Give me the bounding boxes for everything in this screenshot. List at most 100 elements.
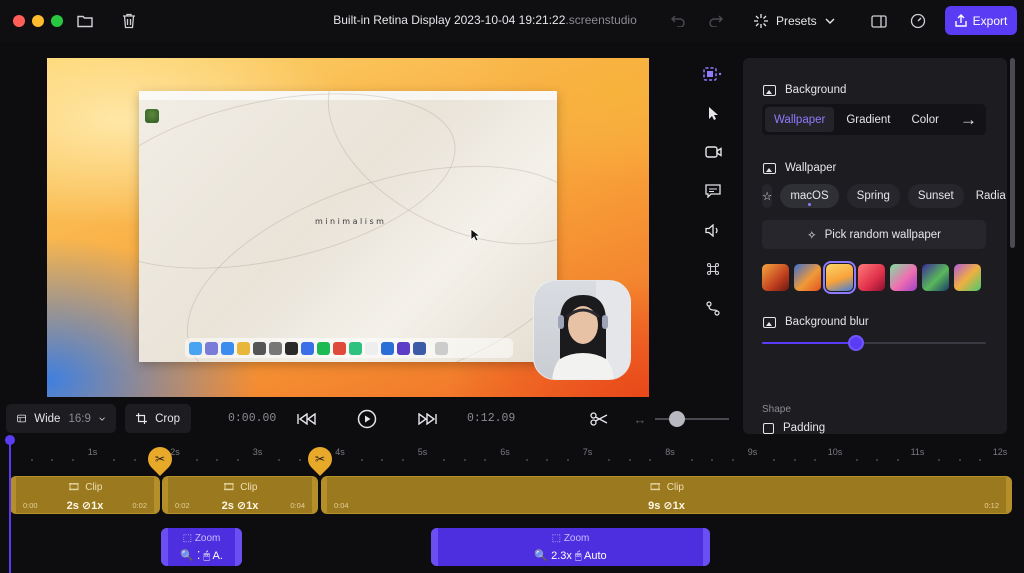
chevron-down-icon xyxy=(99,416,105,421)
timeline-tick-dot xyxy=(876,459,879,461)
close-window-button[interactable] xyxy=(13,15,25,27)
pick-random-wallpaper-button[interactable]: ✧ Pick random wallpaper xyxy=(762,220,986,249)
zoom-detail: 🔍 2.3x 🖱 Auto xyxy=(534,550,607,562)
favorites-star-icon[interactable]: ☆ xyxy=(762,184,773,208)
timeline-tick-dot xyxy=(938,459,941,461)
tab-gradient[interactable]: Gradient xyxy=(837,107,899,132)
timeline-tick-dot xyxy=(133,459,136,461)
background-type-tabs: Wallpaper Gradient Color → xyxy=(762,104,986,135)
clip-end-handle[interactable] xyxy=(154,477,159,513)
window-title-name: Built-in Retina Display 2023-10-04 19:21… xyxy=(333,13,566,27)
background-blur-slider[interactable] xyxy=(762,335,986,351)
timeline-tick-label: 9s xyxy=(747,447,758,457)
category-spring[interactable]: Spring xyxy=(846,184,900,208)
minimize-window-button[interactable] xyxy=(32,15,44,27)
share-icon xyxy=(954,14,967,27)
clip-start-time: 0:04 xyxy=(334,501,349,510)
zoom-window-button[interactable] xyxy=(51,15,63,27)
clip-speed: 1x xyxy=(91,500,104,512)
category-sunset[interactable]: Sunset xyxy=(907,184,964,208)
macos-dock xyxy=(185,338,513,358)
scissors-icon[interactable] xyxy=(587,407,611,431)
zoom-segment[interactable]: ⬚ Zoom 🔍 ⁚ 🖱 A. xyxy=(161,528,242,566)
zoom-end-handle[interactable] xyxy=(703,528,710,566)
settings-panel-scrollbar[interactable] xyxy=(1010,58,1015,248)
wallpaper-thumbnail[interactable] xyxy=(954,264,981,291)
background-tool-icon[interactable] xyxy=(702,63,724,85)
audio-tool-icon[interactable] xyxy=(702,219,724,241)
clip-segment[interactable]: 🎞 Clip 9s ⊘1x 0:04 0:12 xyxy=(321,476,1012,514)
timeline-tick-dot xyxy=(30,459,33,461)
skip-to-start-icon[interactable] xyxy=(295,407,319,431)
wallpaper-thumbnail[interactable] xyxy=(794,264,821,291)
cursor-tool-icon[interactable] xyxy=(702,102,724,124)
skip-to-end-icon[interactable] xyxy=(415,407,439,431)
crop-button[interactable]: Crop xyxy=(125,404,191,433)
title-bar: Built-in Retina Display 2023-10-04 19:21… xyxy=(0,0,1024,42)
zoom-segment[interactable]: ⬚ Zoom 🔍 2.3x 🖱 Auto xyxy=(431,528,710,566)
wallpaper-thumbnail[interactable] xyxy=(858,264,885,291)
arrow-right-icon[interactable]: → xyxy=(951,107,986,132)
trash-icon[interactable] xyxy=(118,10,140,32)
wallpaper-title: Wallpaper xyxy=(785,162,837,174)
clip-label-text: Clip xyxy=(85,482,103,493)
wallpaper-thumbnail[interactable] xyxy=(890,264,917,291)
background-section-title: Background xyxy=(763,84,846,96)
timeline-tick-dot xyxy=(979,459,982,461)
background-blur-slider-handle[interactable] xyxy=(848,335,865,351)
redo-icon[interactable] xyxy=(705,10,727,32)
timeline-tick-dot xyxy=(608,459,611,461)
play-button-icon[interactable] xyxy=(355,407,379,431)
clip-start-time: 0:02 xyxy=(175,501,190,510)
folder-icon[interactable] xyxy=(74,10,96,32)
wallpaper-thumbnail[interactable] xyxy=(922,264,949,291)
playhead-handle[interactable] xyxy=(5,435,15,445)
wallpaper-thumbnail-selected[interactable] xyxy=(823,261,856,294)
clip-label: 🎞 Clip xyxy=(163,482,317,493)
timeline-tick-label: 8s xyxy=(665,447,675,457)
clip-segment[interactable]: 🎞 Clip 2s ⊘1x 0:02 0:04 xyxy=(162,476,318,514)
sidebar-toggle-icon[interactable] xyxy=(868,10,890,32)
image-icon xyxy=(763,316,776,328)
total-time: 0:12.09 xyxy=(467,412,516,425)
zoom-detail: 🔍 ⁚ 🖱 A. xyxy=(180,550,223,562)
clip-segment[interactable]: 🎞 Clip 2s ⊘1x 0:00 0:02 xyxy=(10,476,160,514)
tab-wallpaper[interactable]: Wallpaper xyxy=(765,107,835,132)
cut-marker[interactable]: ✂ xyxy=(303,442,337,476)
timeline-tick-label: 4s xyxy=(335,447,345,457)
keyboard-shortcuts-tool-icon[interactable] xyxy=(702,258,724,280)
category-radial[interactable]: Radia xyxy=(972,184,1007,208)
clip-end-handle[interactable] xyxy=(1006,477,1011,513)
wallpaper-thumbnail[interactable] xyxy=(762,264,789,291)
zoom-end-handle[interactable] xyxy=(235,528,242,566)
background-blur-section-title: Background blur xyxy=(763,316,869,328)
timeline[interactable]: 1s 2s 3s 4s 5s 6s 7s 8s 9s 10s 11s 12s 🎞 Clip 2s ⊘1x… xyxy=(0,435,1024,573)
timeline-tick-dot xyxy=(71,459,74,461)
webcam-overlay[interactable] xyxy=(533,280,631,380)
motion-path-tool-icon[interactable] xyxy=(702,297,724,319)
timeline-tick-dot xyxy=(855,459,858,461)
tab-color[interactable]: Color xyxy=(902,107,947,132)
clip-end-handle[interactable] xyxy=(312,477,317,513)
timeline-tick-dot xyxy=(566,459,569,461)
captions-tool-icon[interactable] xyxy=(702,180,724,202)
clip-end-time: 0:04 xyxy=(290,501,305,510)
clip-duration: 9s xyxy=(648,500,661,512)
playhead[interactable] xyxy=(9,436,11,573)
category-macos[interactable]: macOS xyxy=(780,184,839,208)
export-button[interactable]: Export xyxy=(945,6,1017,35)
performance-gauge-icon[interactable] xyxy=(907,10,929,32)
timeline-zoom-slider-handle[interactable] xyxy=(669,411,685,427)
undo-icon[interactable] xyxy=(667,10,689,32)
timeline-zoom-slider[interactable] xyxy=(655,418,729,420)
aspect-ratio-dropdown[interactable]: Wide 16:9 xyxy=(6,404,116,433)
aspect-label: Wide xyxy=(34,412,61,425)
clip-duration: 2s xyxy=(221,500,234,512)
desktop-plant-icon xyxy=(145,109,159,123)
crop-label: Crop xyxy=(155,412,180,425)
recording-preview[interactable]: minimalism xyxy=(47,58,649,397)
presets-dropdown[interactable]: Presets xyxy=(754,9,835,33)
timeline-tick-dot xyxy=(360,459,363,461)
camera-tool-icon[interactable] xyxy=(702,141,724,163)
timeline-tick-label: 10s xyxy=(827,447,843,457)
